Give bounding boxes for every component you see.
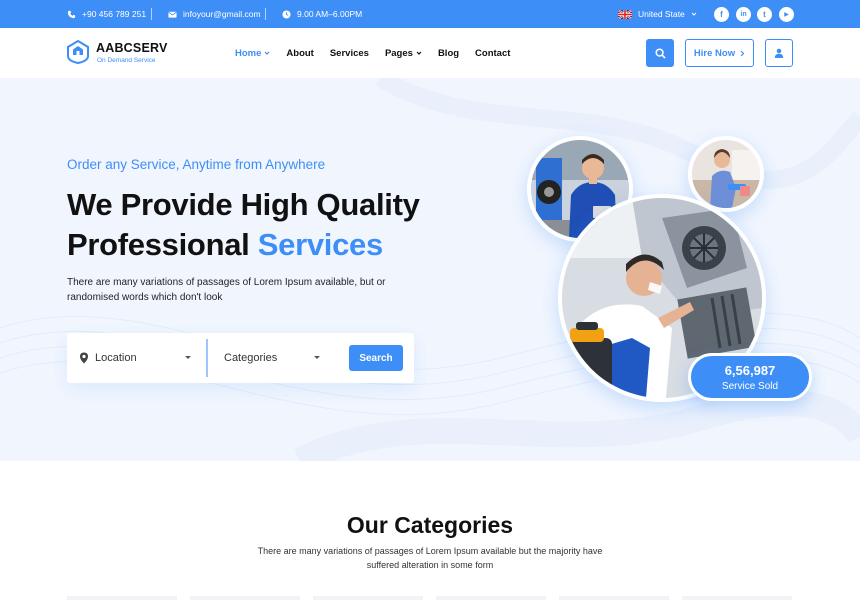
nav-item-contact[interactable]: Contact [475, 48, 510, 59]
nav-item-services[interactable]: Services [330, 48, 369, 59]
nav-item-home[interactable]: Home [235, 48, 270, 59]
user-account-button[interactable] [765, 39, 793, 67]
nav-item-label: Home [235, 47, 262, 59]
caret-down-icon [185, 356, 191, 359]
hours-text: 9.00 AM–6.00PM [297, 9, 363, 19]
nav-item-label: Services [329, 47, 369, 59]
uk-flag-icon [618, 9, 632, 19]
search-button[interactable]: Search [349, 345, 403, 371]
categories-description: There are many variations of passages of… [257, 546, 603, 570]
youtube-glyph: ▶ [784, 12, 789, 18]
chevron-down-icon [691, 12, 697, 16]
facebook-icon[interactable]: f [714, 7, 729, 22]
linkedin-glyph: in [740, 11, 747, 18]
service-search-form: Location Categories Search [67, 333, 414, 383]
hero-title-line-1: We Provide High Quality [67, 187, 420, 222]
phone-icon [67, 10, 76, 18]
nav-item-label: Pages [384, 47, 413, 59]
hero-title: We Provide High Quality Professional Ser… [67, 185, 420, 265]
twitter-icon[interactable]: t [757, 7, 772, 22]
facebook-glyph: f [720, 10, 723, 19]
nav-item-label: Contact [475, 47, 511, 59]
location-select[interactable]: Location [79, 333, 199, 383]
category-card[interactable] [313, 596, 423, 600]
email-text: infoyour@gmail.com [183, 9, 261, 19]
location-select-label: Location [95, 352, 137, 364]
hire-now-label: Hire Now [693, 47, 736, 59]
country-label: United State [638, 9, 685, 19]
service-sold-value: 6,56,987 [724, 363, 776, 378]
categories-select[interactable]: Categories [224, 333, 324, 383]
service-sold-label: Service Sold [721, 381, 779, 392]
phone-text: +90 456 789 251 [82, 9, 147, 19]
category-card[interactable] [559, 596, 669, 600]
top-bar: +90 456 789 251 infoyour@gmail.com 9.00 … [0, 0, 860, 28]
nav-item-pages[interactable]: Pages [385, 48, 422, 59]
twitter-glyph: t [763, 10, 766, 19]
divider [206, 339, 208, 377]
hero-description: There are many variations of passages of… [67, 277, 386, 303]
divider [151, 8, 152, 20]
youtube-icon[interactable]: ▶ [779, 7, 794, 22]
nav-item-label: Blog [437, 47, 460, 59]
categories-select-label: Categories [224, 352, 278, 364]
caret-down-icon [314, 356, 320, 359]
chevron-down-icon [264, 51, 270, 55]
main-header: AABCSERV On Demand Service Home About Se… [0, 28, 860, 78]
hero-title-line-2: Professional Services [67, 225, 420, 265]
search-icon [654, 47, 666, 59]
category-card[interactable] [190, 596, 300, 600]
nav-item-label: About [286, 47, 314, 59]
user-icon [774, 48, 784, 58]
linkedin-icon[interactable]: in [736, 7, 751, 22]
hero-title-prefix: Professional [67, 227, 258, 262]
country-selector[interactable]: United State [618, 0, 697, 28]
hours-info: 9.00 AM–6.00PM [282, 0, 362, 28]
hero-eyebrow: Order any Service, Anytime from Anywhere [67, 157, 326, 172]
chevron-right-icon [740, 50, 745, 56]
header-search-button[interactable] [646, 39, 674, 67]
email-contact[interactable]: infoyour@gmail.com [168, 0, 261, 28]
categories-title: Our Categories [346, 512, 514, 538]
category-card[interactable] [682, 596, 792, 600]
location-pin-icon [80, 352, 88, 364]
mail-icon [168, 11, 177, 18]
brand-tagline: On Demand Service [97, 57, 156, 64]
category-card[interactable] [436, 596, 546, 600]
chevron-down-icon [416, 51, 422, 55]
nav-item-blog[interactable]: Blog [438, 48, 459, 59]
phone-contact[interactable]: +90 456 789 251 [67, 0, 146, 28]
logo-icon[interactable] [67, 40, 89, 64]
hire-now-button[interactable]: Hire Now [685, 39, 754, 67]
divider [265, 8, 266, 20]
hero-section: Order any Service, Anytime from Anywhere… [0, 78, 860, 461]
service-sold-badge: 6,56,987 Service Sold [688, 353, 812, 401]
clock-icon [282, 9, 291, 19]
brand-name[interactable]: AABCSERV [96, 41, 168, 55]
category-card[interactable] [67, 596, 177, 600]
nav-item-about[interactable]: About [286, 48, 313, 59]
main-nav: Home About Services Pages Blog Contact [235, 28, 526, 78]
hero-title-highlight: Services [257, 227, 383, 262]
